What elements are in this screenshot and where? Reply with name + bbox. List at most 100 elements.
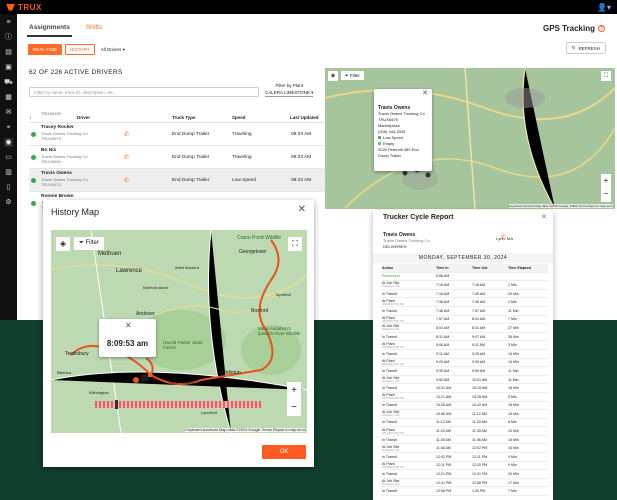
hamburger-icon[interactable]: ≡ [4,18,13,27]
mail-icon[interactable]: ✉ [4,108,13,117]
report-row: Punched In 6:56 AM [382,273,548,282]
info-icon[interactable]: ⓘ [4,33,13,42]
timeline-handle[interactable] [115,400,118,409]
report-row: In Transit 8:31 AM 9:07 AM 36 Min [382,333,548,342]
drivers-dropdown[interactable]: All Drivers ▾ [101,47,125,53]
report-action-location: Tewksbury, MA [382,414,400,418]
gps-icon[interactable]: ◉ [4,138,13,147]
plant-filter: Filter by Plant CALERA LIMESTONE ▾ [265,82,314,97]
driver-id: TRUX6190 [41,111,61,116]
report-time-out: 11:20 AM [472,420,487,425]
report-time-elapsed: 7 Min [508,489,517,494]
map-attribution: Keyboard shortcuts Map data ©2024 Google… [185,428,305,432]
report-time-in: 11:30 AM [436,437,451,442]
map-filter-button[interactable]: ⏷ Filter [74,237,104,250]
place-label: Middleton [219,370,241,376]
map-filter-label: Filter [85,240,99,246]
live-map[interactable]: ◈ ⏷ Filter ⛶ + − Keyboard shortcuts Map d… [325,68,615,209]
close-icon[interactable]: ✕ [422,90,428,97]
clipboard-icon[interactable]: ▤ [4,48,13,57]
history-button[interactable]: HISTORY [65,44,95,55]
map-filter-button[interactable]: ⏷ Filter [341,71,364,80]
report-action-label: In Transit [382,454,397,459]
report-role: DELIVERIES [383,244,407,249]
driver-name: Bo Nix [41,148,57,153]
report-action: At Job Site Tewksbury, MA [382,410,436,417]
report-time-in: 11:46 AM [436,446,451,451]
report-time-elapsed: 14 Min [508,360,519,365]
place-label: Mass Audubon's Ipswich River Wildlife [258,326,301,336]
tab-assignments[interactable]: Assignments [27,20,72,37]
chart-icon[interactable]: ▥ [4,168,13,177]
plant-select[interactable]: CALERA LIMESTONE ▾ [265,89,314,97]
report-action: In Transit [382,472,436,476]
report-action: At Job Site Tewksbury, MA [382,376,436,383]
close-icon[interactable]: ✕ [298,204,306,215]
report-time-out: 12:58 PM [472,480,488,485]
sidebar: ≡ ⓘ ▤ ▣ ⛟ ▦ ✉ ⌖ ◉ ▭ ▥ ▯ ⚙ [0,14,17,320]
zoom-out-button[interactable]: − [287,399,301,416]
phone-icon[interactable]: ✆ [501,234,506,241]
report-row: In Transit 11:30 AM 11:46 AM 16 Min [382,436,548,445]
ok-button[interactable]: OK [262,445,306,459]
map-filter-label: Filter [349,73,360,78]
table-row[interactable]: TRUX6190 [29,110,329,120]
report-action-label: Punched In [382,274,401,279]
report-action: At Plant WILMINGTON, MA [382,393,436,400]
report-time-out: 9:50 AM [472,368,486,373]
layers-icon[interactable]: ◈ [328,71,338,81]
top-bar: TRUX 👤▾ [0,0,617,14]
table-row[interactable]: Tracey Rocker Travis Owens Trucking Co T… [29,122,329,145]
search-input[interactable]: Filter by name, truck ID, description, e… [29,87,259,97]
phone-icon[interactable]: ✆ [124,177,129,184]
close-icon[interactable]: ✕ [541,213,547,221]
table-row[interactable]: Bo Nix Travis Owens Trucking Co TRUX6980… [29,145,329,168]
popup-status-1-text: Low Speed [383,135,404,140]
phone-icon[interactable]: ✆ [124,154,129,161]
tab-shifts[interactable]: Shifts [84,20,104,37]
phone-icon[interactable]: ✆ [124,131,129,138]
report-action-location: WILMINGTON, MA [382,431,405,435]
live-map-terrain [325,68,615,209]
truck-icon[interactable]: ⛟ [4,78,13,87]
report-time-elapsed: 5 Min [508,394,517,399]
popup-status-2-text: Empty [383,141,395,146]
close-icon[interactable]: ✕ [125,321,132,330]
place-label: Crane Pond Wildlife [237,235,282,241]
history-map[interactable]: Crane Pond Wildlife Georgetown Methuen L… [51,230,307,433]
report-time-out: 11:30 AM [472,429,487,434]
grid-icon[interactable]: ▦ [4,93,13,102]
refresh-button[interactable]: ↻ REFRESH [565,42,606,54]
report-time-in: 10:26 AM [436,403,452,408]
report-row: In Transit 10:26 AM 10:42 AM 16 Min [382,402,548,411]
report-time-in: 7:36 AM [436,300,450,305]
document-icon[interactable]: ▯ [4,183,13,192]
popup-truck: 2020 Peterbilt 389 End Dump Trailer [378,147,419,158]
layers-icon[interactable]: ◈ [56,237,70,251]
table-row-selected[interactable]: Travis Owens Travis Owens Trucking Co TR… [29,168,329,191]
report-time-out: 12:11 PM [472,454,488,459]
realtime-button[interactable]: REAL-TIME [28,44,63,55]
zoom-in-button[interactable]: + [601,174,611,187]
fullscreen-icon[interactable]: ⛶ [288,237,302,251]
fullscreen-icon[interactable]: ⛶ [601,71,611,81]
report-time-out: 8:04 AM [472,317,486,322]
help-icon[interactable]: ? [598,25,605,32]
last-updated: 08:33 AM [291,132,312,137]
trux-logo[interactable]: TRUX [6,3,42,12]
report-time-in: 12:58 PM [436,489,452,494]
user-icon[interactable]: 👤▾ [597,3,611,12]
box-icon[interactable]: ▣ [4,63,13,72]
zoom-in-button[interactable]: + [287,382,301,399]
zoom-out-button[interactable]: − [601,187,611,200]
zoom-controls[interactable]: + − [287,382,301,416]
report-time-out: 7:46 AM [472,300,486,305]
report-action-location: WILMINGTON, MA [382,465,405,469]
card-icon[interactable]: ▭ [4,153,13,162]
timeline-scrubber[interactable] [95,400,261,409]
gear-icon[interactable]: ⚙ [4,198,13,207]
location-icon[interactable]: ⌖ [4,123,13,132]
report-time-elapsed: 11 Min [508,308,519,313]
report-time-out: 9:11 AM [472,343,485,348]
zoom-controls[interactable]: + − [601,174,611,202]
